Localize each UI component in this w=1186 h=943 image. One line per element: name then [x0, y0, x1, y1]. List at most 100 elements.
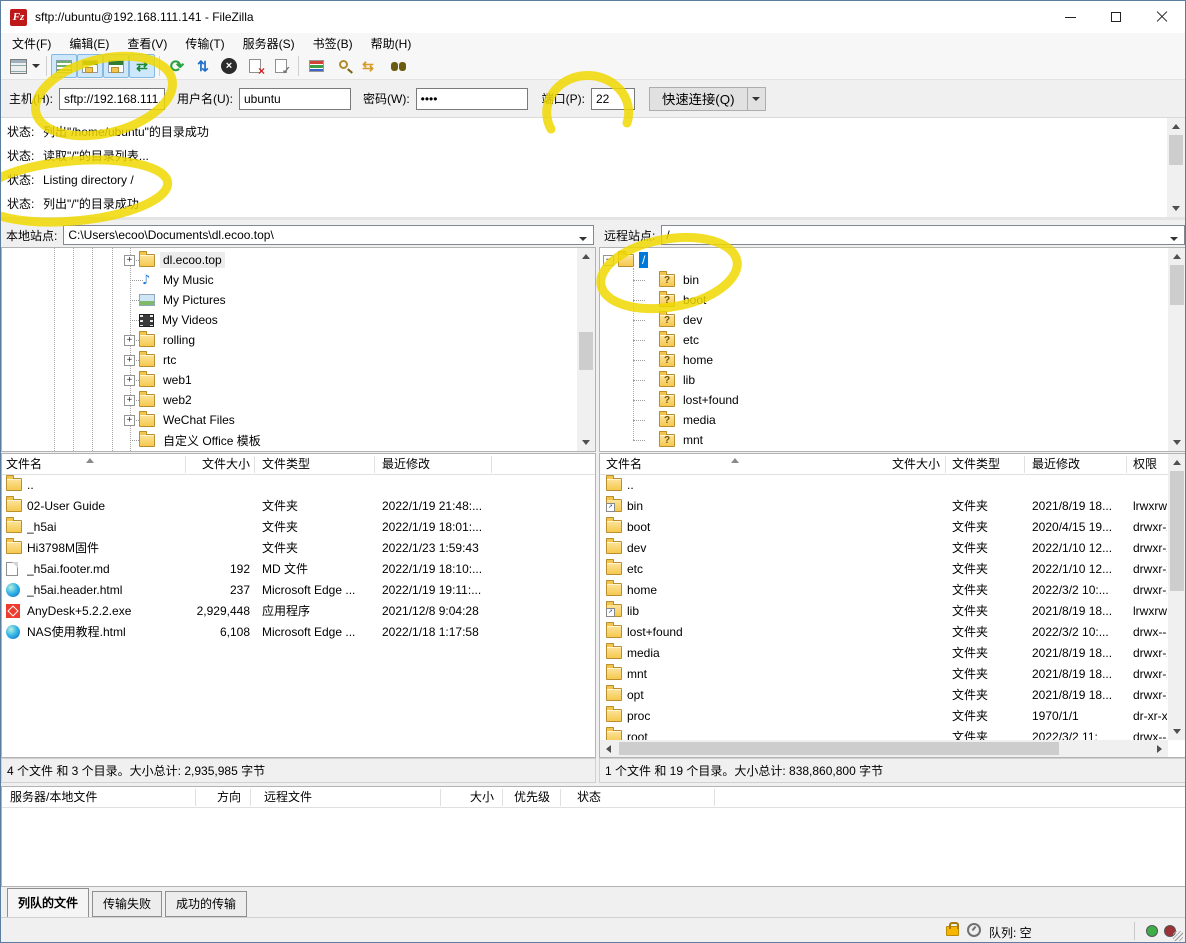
password-input[interactable]: [416, 88, 528, 110]
menu-edit[interactable]: 编辑(E): [60, 33, 118, 54]
file-row[interactable]: Hi3798M固件 文件夹 2022/1/23 1:59:43: [2, 538, 595, 559]
scroll-up-icon[interactable]: [1168, 248, 1186, 265]
menu-help[interactable]: 帮助(H): [362, 33, 421, 54]
tree-item[interactable]: My Videos: [2, 310, 595, 330]
menu-file[interactable]: 文件(F): [3, 33, 60, 54]
column-header-size[interactable]: 大小: [442, 787, 494, 808]
close-button[interactable]: [1139, 1, 1185, 33]
compare-button[interactable]: [329, 54, 355, 78]
file-row[interactable]: etc 文件夹 2022/1/10 12... drwxr-x: [600, 559, 1168, 580]
site-manager-button[interactable]: [5, 54, 31, 78]
username-input[interactable]: [239, 88, 351, 110]
tree-item[interactable]: + rolling: [2, 330, 595, 350]
scrollbar-thumb[interactable]: [1169, 135, 1183, 165]
file-row[interactable]: bin 文件夹 2021/8/19 18... lrwxrwx: [600, 496, 1168, 517]
cancel-button[interactable]: ×: [216, 54, 242, 78]
scrollbar-thumb[interactable]: [1170, 471, 1184, 591]
scroll-down-icon[interactable]: [577, 434, 595, 451]
column-header-name[interactable]: 文件名: [6, 454, 42, 475]
tab-failed-transfers[interactable]: 传输失败: [92, 891, 162, 917]
scroll-down-icon[interactable]: [1167, 200, 1185, 217]
tree-item[interactable]: mnt: [600, 430, 1186, 450]
scroll-down-icon[interactable]: [1168, 723, 1186, 740]
file-row[interactable]: opt 文件夹 2021/8/19 18... drwxr-x: [600, 685, 1168, 706]
tree-item[interactable]: bin: [600, 270, 1186, 290]
column-header-modified[interactable]: 最近修改: [382, 454, 494, 475]
tree-item[interactable]: + web1: [2, 370, 595, 390]
log-scrollbar[interactable]: [1167, 118, 1185, 217]
column-header-modified[interactable]: 最近修改: [1032, 454, 1120, 475]
tree-item[interactable]: boot: [600, 290, 1186, 310]
file-row[interactable]: lib 文件夹 2021/8/19 18... lrwxrwx: [600, 601, 1168, 622]
remote-site-combo[interactable]: /: [661, 225, 1185, 245]
column-header-server-local-file[interactable]: 服务器/本地文件: [10, 787, 97, 808]
scroll-up-icon[interactable]: [577, 248, 595, 265]
tree-expander[interactable]: +: [124, 355, 135, 366]
menu-transfer[interactable]: 传输(T): [176, 33, 233, 54]
tree-item[interactable]: + rtc: [2, 350, 595, 370]
column-header-type[interactable]: 文件类型: [262, 454, 370, 475]
column-header-direction[interactable]: 方向: [217, 787, 241, 808]
file-row[interactable]: _h5ai 文件夹 2022/1/19 18:01:...: [2, 517, 595, 538]
column-header-size[interactable]: 文件大小: [172, 454, 250, 475]
tree-expander[interactable]: −: [603, 255, 614, 266]
file-row[interactable]: ..: [600, 475, 1168, 496]
tree-expander[interactable]: +: [124, 255, 135, 266]
file-row[interactable]: boot 文件夹 2020/4/15 19... drwxr-x: [600, 517, 1168, 538]
tree-item[interactable]: lib: [600, 370, 1186, 390]
reconnect-button[interactable]: [268, 54, 294, 78]
tree-item[interactable]: My Music: [2, 270, 595, 290]
quickconnect-button[interactable]: 快速连接(Q): [649, 87, 748, 111]
synchronized-browsing-button[interactable]: ⇆: [355, 54, 381, 78]
refresh-button[interactable]: ⟳: [164, 54, 190, 78]
tree-item[interactable]: 自定义 Office 模板: [2, 430, 595, 450]
port-input[interactable]: [591, 88, 635, 110]
remote-list-hscrollbar[interactable]: [600, 740, 1168, 757]
scroll-up-icon[interactable]: [1167, 118, 1185, 135]
file-row[interactable]: ..: [2, 475, 595, 496]
remote-list-scrollbar[interactable]: [1168, 454, 1186, 740]
file-row[interactable]: AnyDesk+5.2.2.exe 2,929,448 应用程序 2021/12…: [2, 601, 595, 622]
toggle-message-log-button[interactable]: [51, 54, 77, 78]
tree-item[interactable]: dev: [600, 310, 1186, 330]
column-header-permissions[interactable]: 权限: [1133, 454, 1167, 475]
local-tree-scrollbar[interactable]: [577, 248, 595, 451]
quickconnect-dropdown-button[interactable]: [748, 87, 766, 111]
column-header-type[interactable]: 文件类型: [952, 454, 1018, 475]
toggle-remote-tree-button[interactable]: [103, 54, 129, 78]
menu-view[interactable]: 查看(V): [118, 33, 176, 54]
toggle-local-tree-button[interactable]: [77, 54, 103, 78]
find-button[interactable]: [381, 54, 407, 78]
tree-item[interactable]: etc: [600, 330, 1186, 350]
tree-item[interactable]: lost+found: [600, 390, 1186, 410]
file-row[interactable]: home 文件夹 2022/3/2 10:... drwxr-x: [600, 580, 1168, 601]
scrollbar-thumb[interactable]: [1170, 265, 1184, 305]
file-row[interactable]: media 文件夹 2021/8/19 18... drwxr-x: [600, 643, 1168, 664]
file-row[interactable]: proc 文件夹 1970/1/1 dr-xr-x: [600, 706, 1168, 727]
file-row[interactable]: 02-User Guide 文件夹 2022/1/19 21:48:...: [2, 496, 595, 517]
file-row[interactable]: lost+found 文件夹 2022/3/2 10:... drwx---: [600, 622, 1168, 643]
file-row[interactable]: mnt 文件夹 2021/8/19 18... drwxr-x: [600, 664, 1168, 685]
scroll-up-icon[interactable]: [1168, 454, 1186, 471]
minimize-button[interactable]: [1047, 1, 1093, 33]
remote-tree-root[interactable]: − /: [600, 250, 1186, 270]
resize-grip[interactable]: [1173, 931, 1183, 941]
tree-item[interactable]: + WeChat Files: [2, 410, 595, 430]
tree-item[interactable]: home: [600, 350, 1186, 370]
scroll-right-icon[interactable]: [1151, 740, 1168, 757]
file-row[interactable]: _h5ai.header.html 237 Microsoft Edge ...…: [2, 580, 595, 601]
tree-item[interactable]: + dl.ecoo.top: [2, 250, 595, 270]
scrollbar-thumb[interactable]: [579, 332, 593, 370]
scrollbar-thumb[interactable]: [619, 742, 1059, 755]
tree-item[interactable]: media: [600, 410, 1186, 430]
remote-tree-scrollbar[interactable]: [1168, 248, 1186, 451]
column-header-priority[interactable]: 优先级: [514, 787, 550, 808]
speed-limits-icon[interactable]: [967, 923, 981, 937]
file-row[interactable]: root 文件夹 2022/3/2 11: drwx---: [600, 727, 1168, 741]
lock-icon[interactable]: [946, 926, 959, 936]
toggle-transfer-queue-button[interactable]: ⇄: [129, 54, 155, 78]
site-manager-dropdown-icon[interactable]: [32, 64, 40, 72]
host-input[interactable]: [59, 88, 165, 110]
column-header-size[interactable]: 文件大小: [862, 454, 940, 475]
column-header-remote-file[interactable]: 远程文件: [264, 787, 312, 808]
